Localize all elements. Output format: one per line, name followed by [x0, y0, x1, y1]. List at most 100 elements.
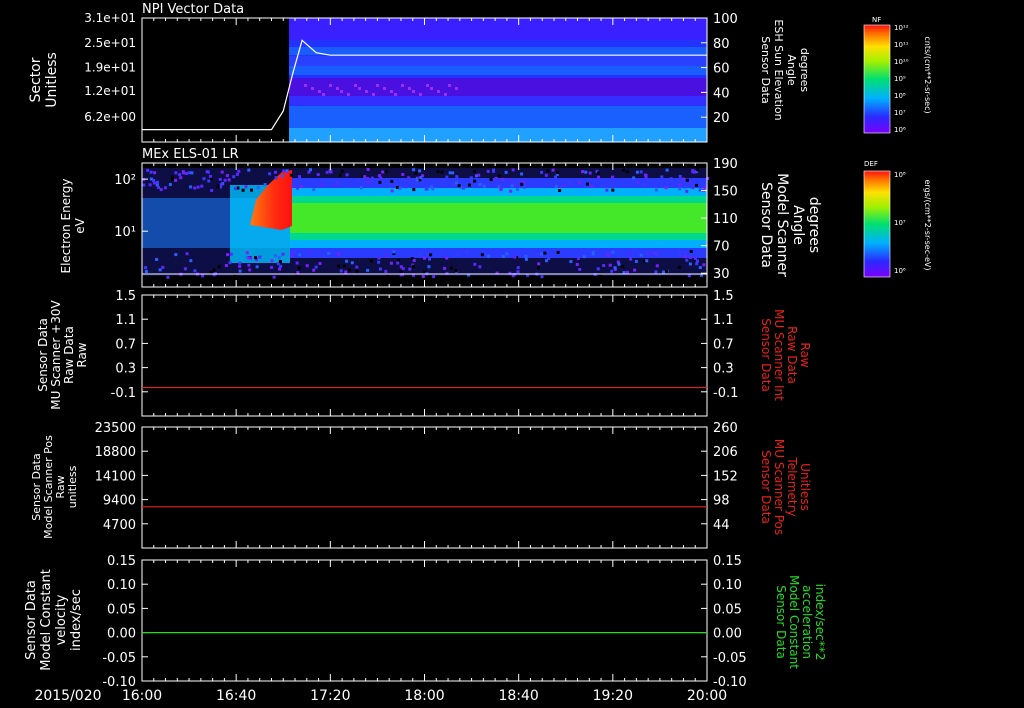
- spectrogram-cell: [473, 262, 477, 266]
- spectrogram-cell: [536, 252, 540, 256]
- spectrogram-cell: [537, 262, 541, 266]
- spectrogram-cell: [455, 175, 459, 179]
- spectrogram-cell: [443, 266, 447, 270]
- spectrogram-cell: [366, 181, 370, 184]
- spectrogram-cell: [174, 171, 178, 175]
- spectrogram-cell: [554, 175, 557, 179]
- spectrogram-cell: [401, 173, 405, 176]
- spectrogram-cell: [582, 255, 586, 259]
- spectrogram-cell: [584, 170, 588, 174]
- panel-4-right-axis-title: Sensor Data MU Scanner Pos Telemetry Uni…: [759, 439, 812, 535]
- spectrogram-cell: [691, 186, 695, 190]
- plot-canvas: NPI Vector Data Sector Unitless 3.1e+01 2…: [24, 2, 932, 704]
- spectrogram-cell: [465, 250, 469, 254]
- spectrogram-cell: [148, 183, 152, 187]
- spectrogram-cell: [210, 189, 214, 192]
- spectrogram-cell: [296, 186, 299, 190]
- spectrogram-cell: [329, 84, 332, 87]
- spectrogram-cell: [189, 185, 193, 189]
- spectrogram-cell: [428, 257, 431, 261]
- panel-1-spectrogram: [289, 18, 707, 142]
- spectrogram-cell: [516, 187, 519, 191]
- spectrogram-cell: [454, 269, 458, 273]
- panel-1-ylabel-b: Unitless: [44, 52, 60, 108]
- spectrogram-cell: [418, 169, 422, 173]
- spectrogram-cell: [451, 182, 455, 186]
- time-tick-label: 18:00: [404, 688, 444, 704]
- spectrogram-cell: [185, 172, 189, 175]
- spectrogram-cell: [146, 168, 150, 172]
- spectrogram-cell: [238, 269, 242, 273]
- spectrogram-cell: [632, 176, 636, 180]
- right-tick-label: 60: [713, 62, 730, 77]
- spectrogram-cell: [300, 184, 303, 188]
- spectrogram-cell: [337, 252, 340, 256]
- spectrogram-cell: [164, 186, 167, 190]
- left-tick-label: 1.2e+01: [84, 84, 136, 98]
- spectrogram-cell: [217, 265, 221, 269]
- time-tick-label: 18:40: [498, 688, 538, 704]
- spectrogram-cell: [201, 274, 205, 278]
- time-axis: 2015/020 16:00 16:40 17:20 18:00 18:40 19:20 2…: [34, 688, 727, 704]
- spectrogram-cell: [622, 168, 626, 172]
- right-tick-label: 30: [713, 267, 730, 282]
- spectrogram-cell: [378, 267, 382, 271]
- spectrogram-cell: [404, 185, 408, 189]
- spectrogram-cell: [611, 250, 615, 254]
- spectrogram-cell: [575, 263, 579, 266]
- spectrogram-cell: [432, 275, 436, 279]
- spectrogram-cell: [639, 253, 643, 257]
- panel-3-rlabel-b: MU Scanner Int: [772, 309, 786, 401]
- spectrogram-cell: [153, 171, 157, 175]
- spectrogram-cell: [226, 253, 230, 257]
- spectrogram-cell: [634, 259, 638, 263]
- panel-3-right-axis-title: Sensor Data MU Scanner Int Raw Data Raw: [759, 309, 812, 401]
- spectrogram-cell: [516, 266, 520, 270]
- panel-4-ylabel-d: unitless: [66, 465, 79, 508]
- spectrogram-cell: [263, 183, 267, 187]
- spectrogram-cell: [244, 185, 248, 189]
- panel-5-ylabel-c: velocity: [54, 594, 69, 645]
- spectrogram-cell: [290, 254, 293, 258]
- panel-4-rlabel-d: Unitless: [798, 463, 812, 511]
- colorbar-2-tag: DEF: [864, 160, 878, 168]
- spectrogram-cell: [569, 260, 573, 263]
- spectrogram-cell: [316, 173, 320, 177]
- panel-1-rlabel-a: Sensor Data: [759, 36, 772, 103]
- spectrogram-cell: [629, 257, 633, 261]
- right-tick-label: 206: [713, 445, 738, 460]
- spectrogram-cell: [279, 264, 283, 268]
- colorbar-tick-label: 10⁹: [894, 75, 906, 83]
- spectrogram-cell: [354, 84, 357, 87]
- spectrogram-cell: [492, 168, 495, 172]
- spectrogram-cell: [540, 170, 544, 174]
- left-tick-label: 4700: [103, 518, 136, 533]
- time-tick-label: 20:00: [687, 688, 727, 704]
- panel-2-rlabel-d: degrees: [806, 197, 822, 253]
- spectrogram-cell: [685, 189, 689, 193]
- spectrogram-cell: [556, 170, 559, 174]
- spectrogram-cell: [677, 265, 681, 269]
- spectrogram-cell: [545, 259, 548, 263]
- time-tick-label: 17:20: [310, 688, 350, 704]
- spectrogram-cell: [576, 257, 580, 260]
- spectrogram-cell: [345, 173, 349, 177]
- spectrogram-cell: [389, 261, 393, 265]
- time-tick-label: 16:40: [216, 688, 256, 704]
- right-tick-label: 70: [713, 240, 730, 255]
- spectrogram-cell: [613, 266, 617, 270]
- spectrogram-cell: [298, 175, 301, 179]
- panel-4-rlabel-c: Telemetry: [785, 456, 799, 516]
- spectrogram-cell: [456, 253, 460, 257]
- panel-model-constant: Sensor Data Model Constant velocity inde…: [24, 554, 827, 690]
- left-tick-label: 14100: [95, 469, 136, 484]
- colorbar-1-tag: NF: [872, 16, 881, 24]
- panel-5-frame: [141, 559, 708, 682]
- spectrogram-cell: [546, 169, 550, 173]
- spectrogram-cell: [448, 84, 451, 87]
- left-tick-label: 0.7: [115, 337, 136, 352]
- spectrogram-cell: [681, 177, 685, 181]
- spectrogram-cell: [355, 265, 359, 269]
- spectrogram-cell: [381, 170, 385, 174]
- spectrogram-cell: [156, 180, 159, 184]
